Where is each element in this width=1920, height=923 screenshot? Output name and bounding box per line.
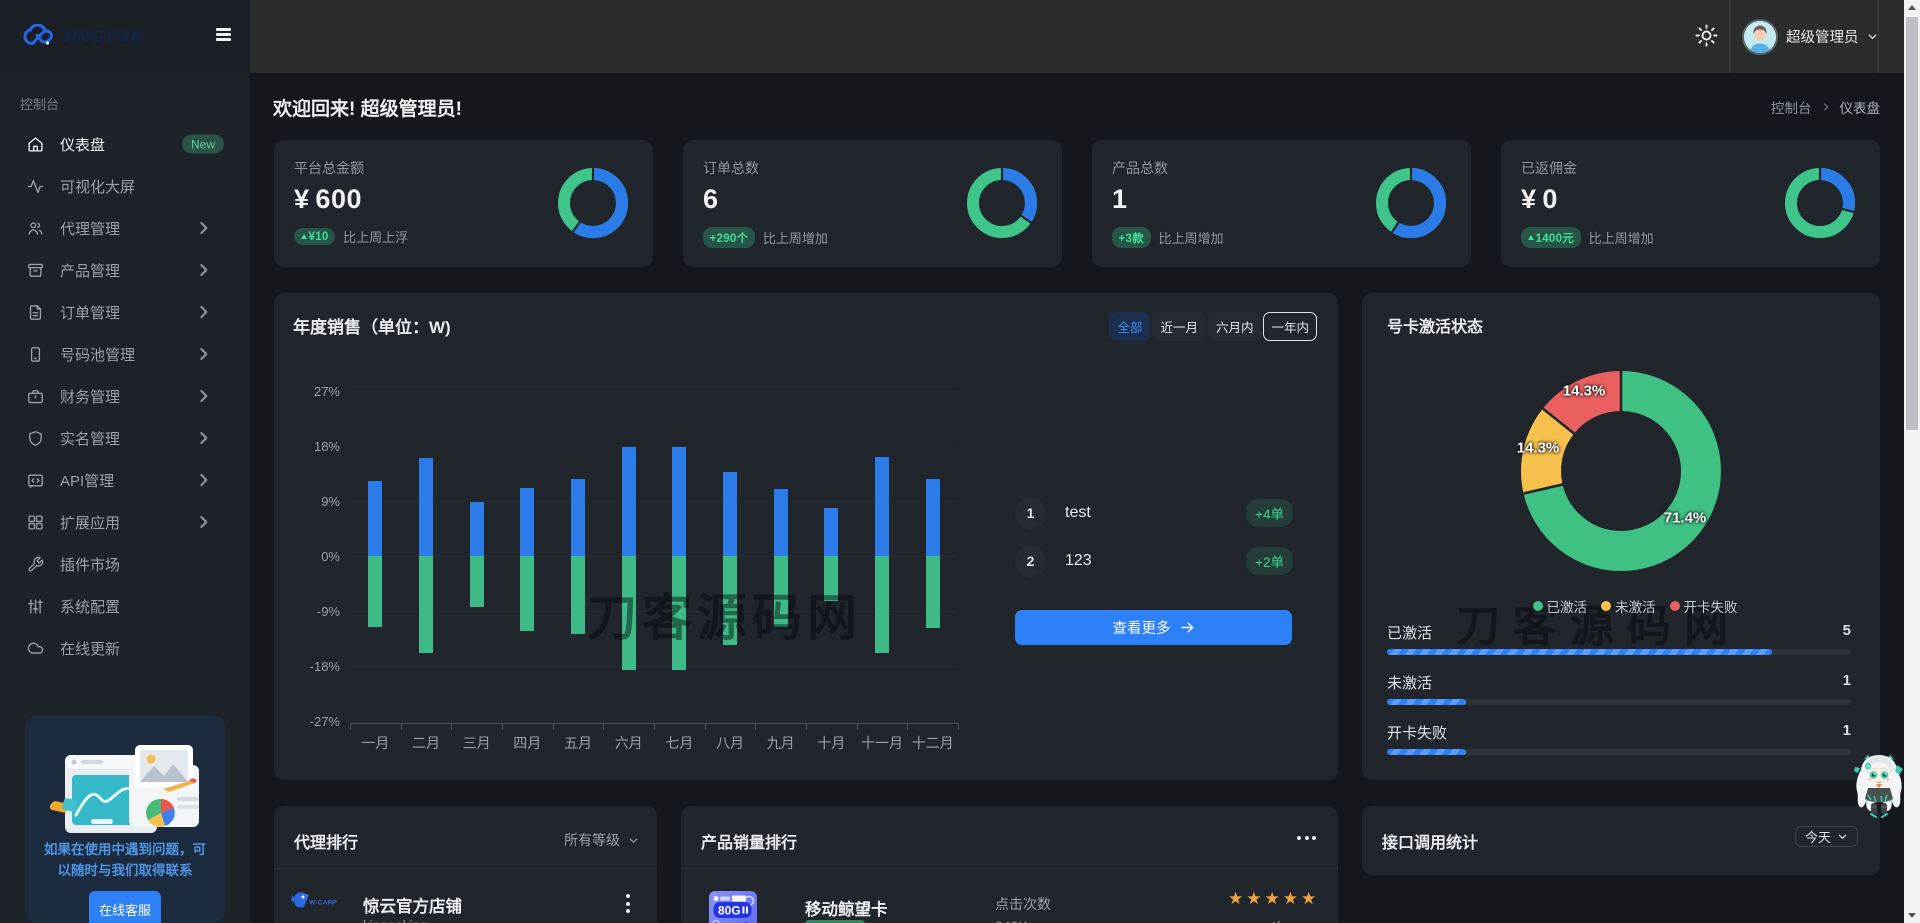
svg-text:80G: 80G <box>718 904 741 918</box>
svg-text:W·CARP: W·CARP <box>309 900 337 907</box>
